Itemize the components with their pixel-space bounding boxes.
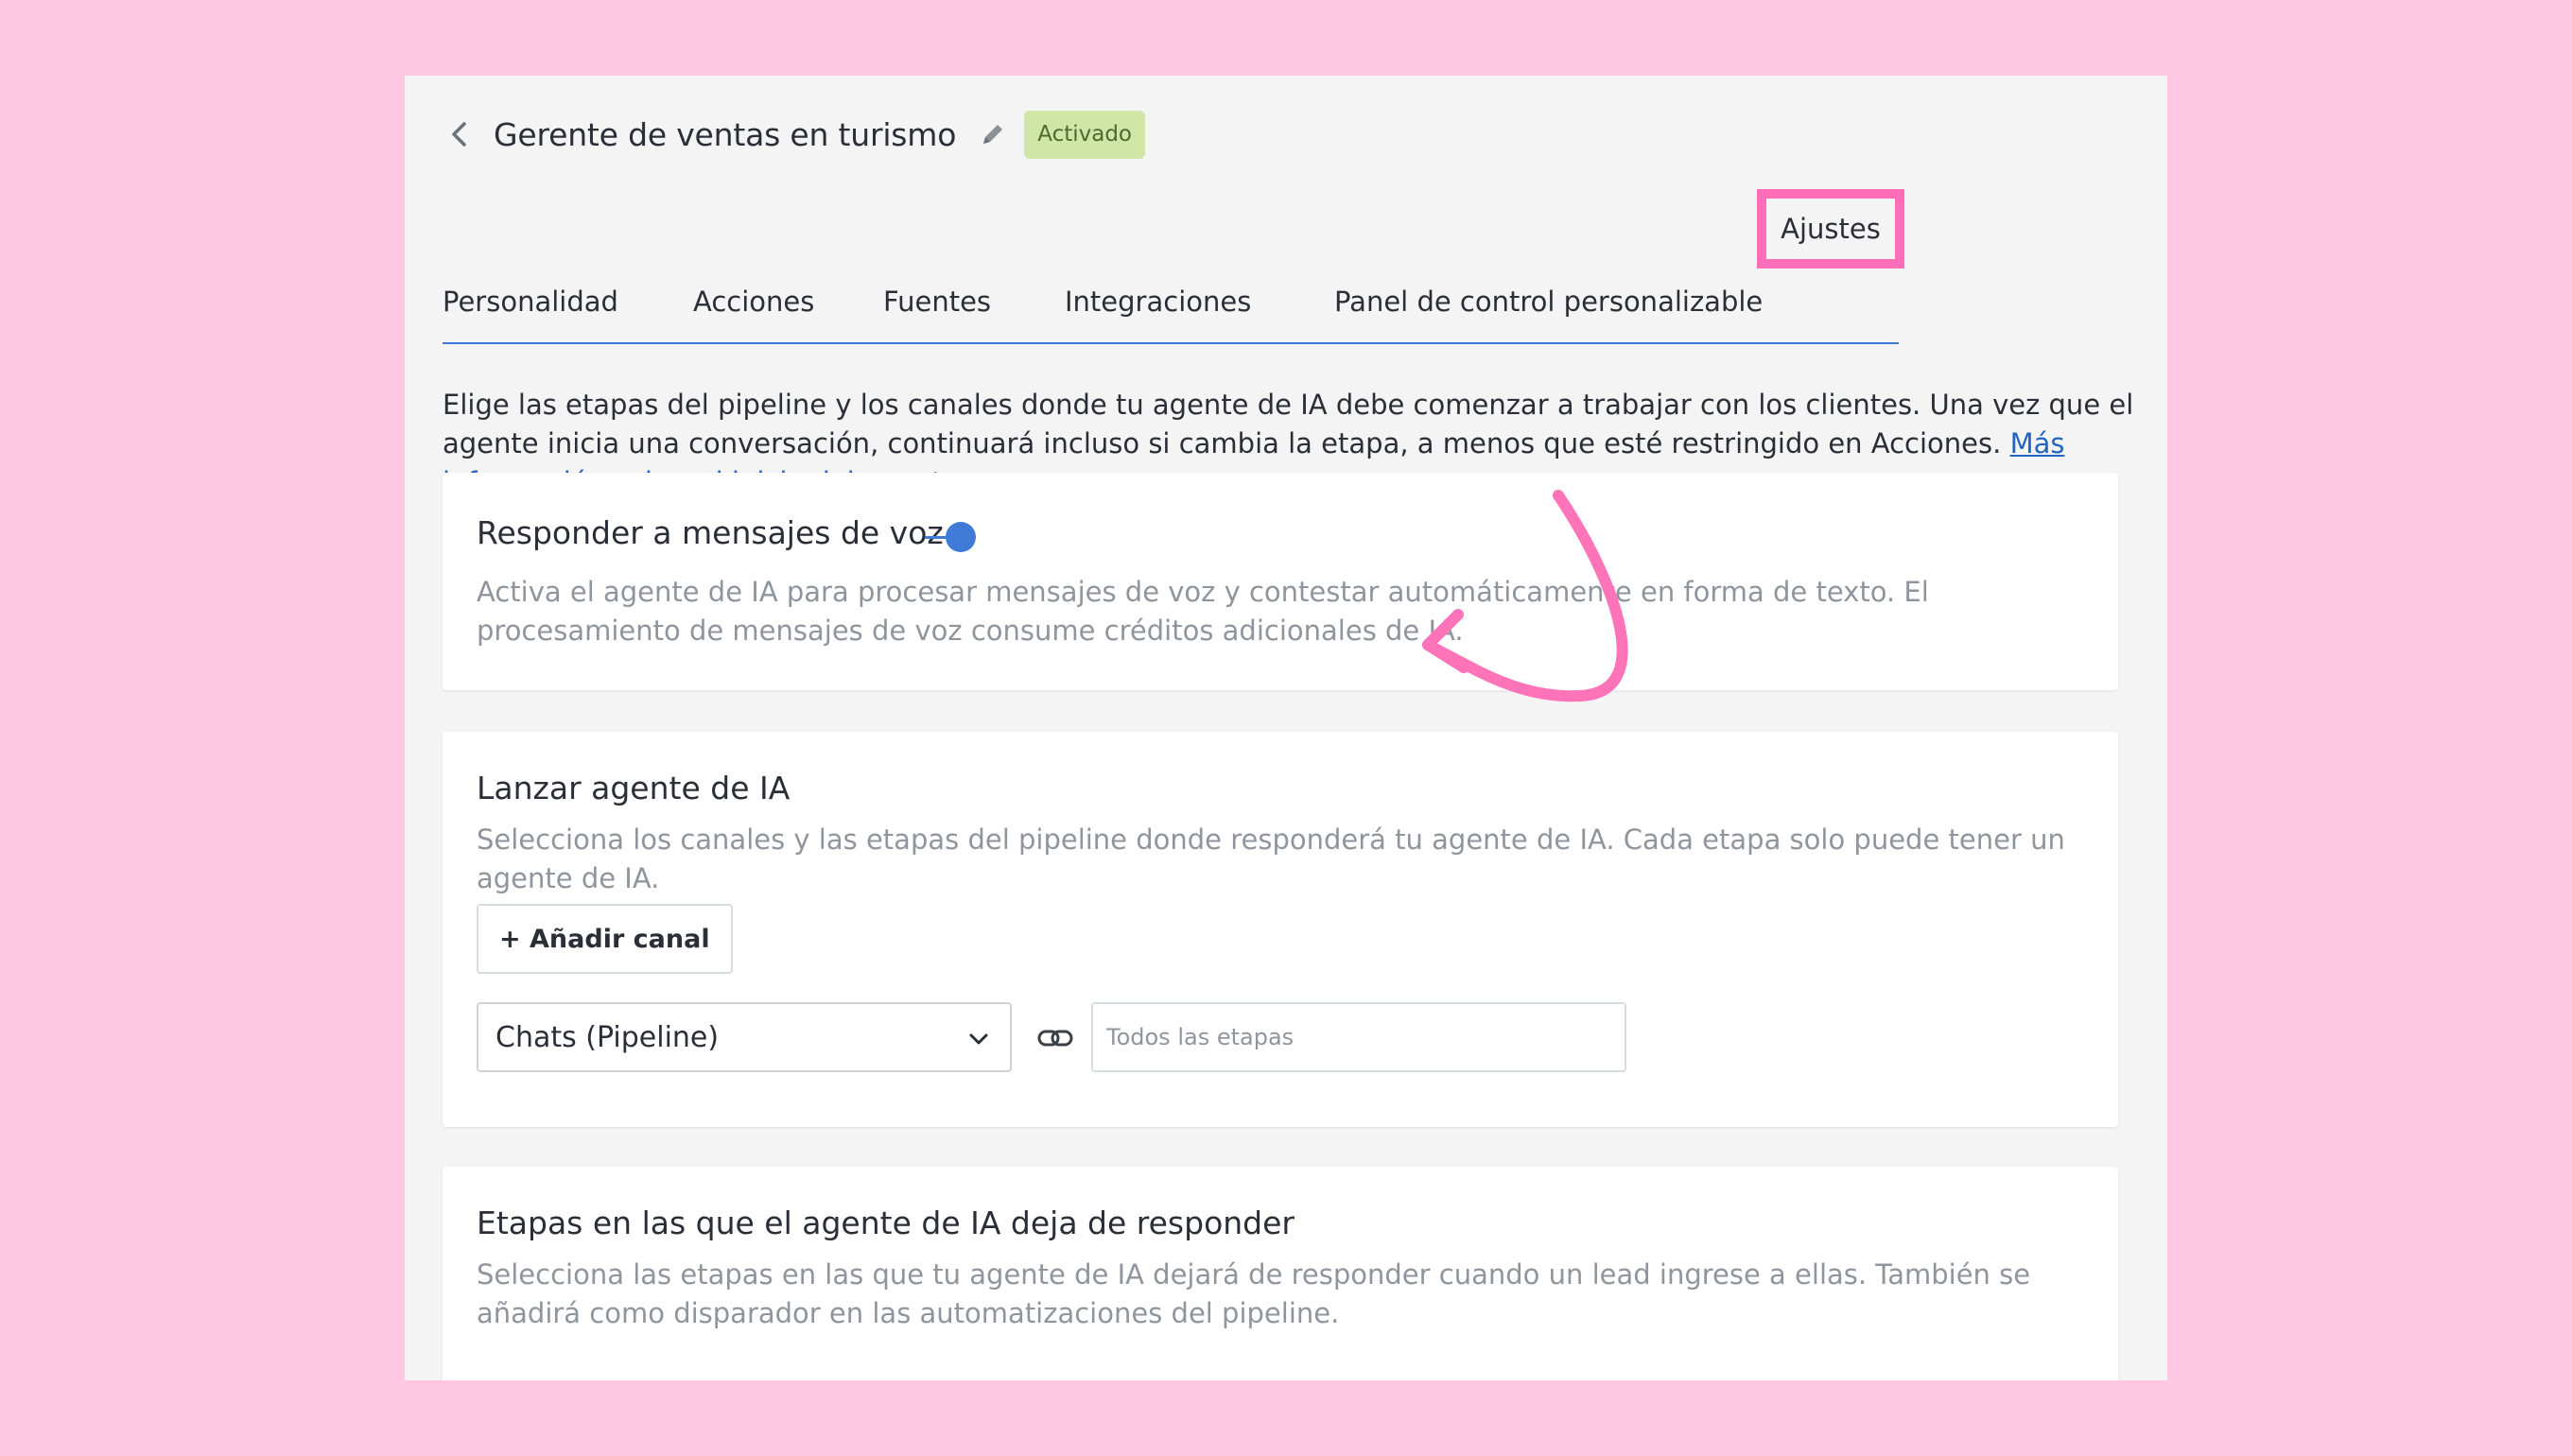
voice-messages-toggle[interactable] [925, 518, 978, 556]
stop-card-title: Etapas en las que el agente de IA deja d… [477, 1205, 1295, 1241]
chevron-down-icon [969, 1033, 988, 1045]
channel-select[interactable]: Chats (Pipeline) [477, 1002, 1012, 1072]
pencil-icon [983, 125, 1003, 144]
toggle-knob [946, 522, 976, 552]
voice-messages-card: Responder a mensajes de voz Activa el ag… [443, 473, 2118, 690]
link-icon [1037, 1030, 1073, 1047]
tab-bar: Personalidad Acciones Fuentes Integracio… [443, 257, 1899, 344]
stop-stages-card: Etapas en las que el agente de IA deja d… [443, 1167, 2118, 1380]
tab-integraciones[interactable]: Integraciones [1065, 286, 1251, 318]
tab-personalidad[interactable]: Personalidad [443, 286, 618, 318]
status-badge: Activado [1024, 110, 1145, 159]
chevron-left-icon [452, 122, 466, 147]
channel-select-value: Chats (Pipeline) [495, 1020, 720, 1054]
voice-card-title: Responder a mensajes de voz [477, 514, 944, 551]
page-title: Gerente de ventas en turismo [494, 115, 957, 153]
back-button[interactable] [441, 115, 478, 153]
tab-panel-de-control[interactable]: Panel de control personalizable [1334, 286, 1763, 318]
intro-body: Elige las etapas del pipeline y los cana… [443, 389, 2134, 459]
stages-input[interactable] [1091, 1002, 1626, 1072]
settings-panel: Gerente de ventas en turismo Activado Pe… [405, 76, 2167, 1380]
tab-ajustes[interactable]: Ajustes [1757, 189, 1904, 269]
tab-fuentes[interactable]: Fuentes [883, 286, 991, 318]
voice-card-description: Activa el agente de IA para procesar men… [477, 576, 1929, 647]
launch-card-description: Selecciona los canales y las etapas del … [477, 823, 2065, 894]
launch-agent-card: Lanzar agente de IA Selecciona los canal… [443, 732, 2118, 1127]
launch-card-title: Lanzar agente de IA [477, 770, 791, 806]
edit-title-button[interactable] [979, 120, 1007, 148]
add-channel-button[interactable]: + Añadir canal [477, 904, 733, 974]
tab-acciones[interactable]: Acciones [693, 286, 814, 318]
page-header: Gerente de ventas en turismo Activado [441, 104, 1145, 165]
stop-card-description: Selecciona las etapas en las que tu agen… [477, 1258, 2031, 1329]
